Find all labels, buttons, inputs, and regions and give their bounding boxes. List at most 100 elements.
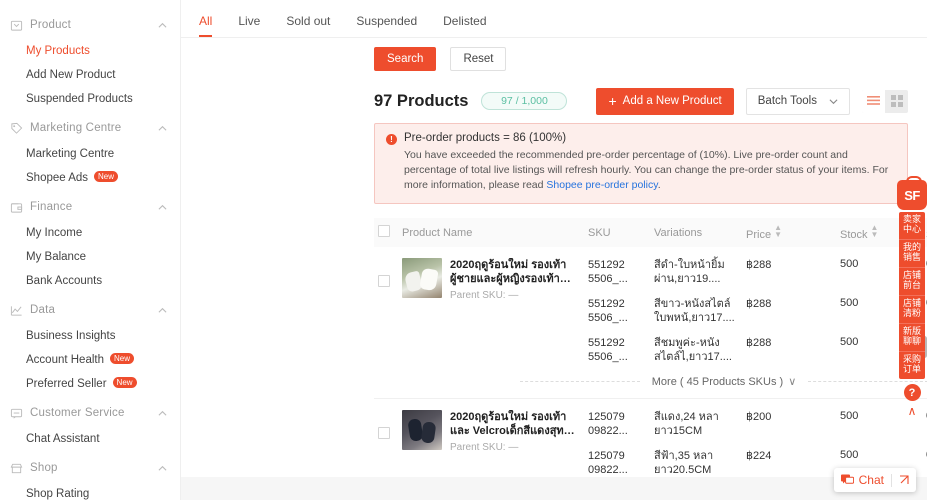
list-view-button[interactable] xyxy=(862,89,885,113)
batch-tools-dropdown[interactable]: Batch Tools xyxy=(745,87,850,115)
sidebar: Product My Products Add New Product Suspend… xyxy=(0,0,181,500)
column-header-price[interactable]: Price ▲ ▼ xyxy=(742,218,836,247)
chevron-up-icon[interactable] xyxy=(157,408,168,419)
sidebar-group-header-product[interactable]: Product xyxy=(0,14,180,36)
chevron-up-icon[interactable] xyxy=(157,20,168,31)
toolbar-item-line2: 订单 xyxy=(902,365,921,375)
floating-toolbar-item[interactable]: 店铺 清粉 xyxy=(899,296,925,324)
alert-title: Pre-order products = 86 (100%) xyxy=(404,132,567,144)
grid-view-button[interactable] xyxy=(885,90,908,113)
expand-icon[interactable] xyxy=(899,475,909,485)
sidebar-item-my-balance[interactable]: My Balance xyxy=(0,247,180,266)
tab-live[interactable]: Live xyxy=(238,14,260,37)
product-name[interactable]: 2020ฤดูร้อนใหม่ รองเท้าผู้ชายและผู้หญิงร… xyxy=(450,258,580,286)
sidebar-item-my-income[interactable]: My Income xyxy=(0,223,180,242)
sidebar-group-data: Data Business Insights Account Health New Pr… xyxy=(0,299,180,393)
sidebar-item-marketing-centre[interactable]: Marketing Centre xyxy=(0,144,180,163)
floating-toolbar-item[interactable]: 我的 销售 xyxy=(899,240,925,268)
variant-sku: 125079 09822... xyxy=(588,450,628,476)
sidebar-group-header-customer-service[interactable]: Customer Service xyxy=(0,402,180,424)
floating-toolbar-item[interactable]: 采购 订单 xyxy=(899,352,925,379)
chevron-up-icon[interactable] xyxy=(157,123,168,134)
sort-icon[interactable]: ▲ ▼ xyxy=(871,224,879,239)
toolbar-item-line2: 前台 xyxy=(902,281,921,291)
toolbar-item-line1: 店铺 xyxy=(902,271,921,281)
sidebar-group-shop: ShopShop RatingShop ProfileShop Decorati… xyxy=(0,457,180,500)
sidebar-item-preferred-seller[interactable]: Preferred Seller New xyxy=(0,374,180,393)
view-mode-toggle xyxy=(862,89,908,113)
chevron-up-icon[interactable] xyxy=(157,202,168,213)
sidebar-item-label: Marketing Centre xyxy=(26,147,115,160)
floating-toolbar-item[interactable]: 新版 聊聊 xyxy=(899,324,925,352)
column-header-product-name: Product Name xyxy=(398,218,584,247)
column-label: Stock xyxy=(840,229,868,241)
sidebar-group-header-finance[interactable]: Finance xyxy=(0,196,180,218)
row-checkbox[interactable] xyxy=(378,427,390,439)
chevron-down-icon xyxy=(829,97,838,106)
select-all-cell xyxy=(374,218,398,247)
pre-order-policy-link[interactable]: Shopee pre-order policy xyxy=(546,179,657,191)
alert-icon: ! xyxy=(386,134,397,145)
variant-sku: 551292 5506_... xyxy=(588,259,628,285)
expand-more-cell: More ( 45 Products SKUs ) ∨ xyxy=(374,364,927,399)
table-row: 2020ฤดูร้อนใหม่ รองเท้าผู้ชายและผู้หญิงร… xyxy=(374,247,927,301)
chat-widget-button[interactable]: Chat xyxy=(833,468,916,492)
row-checkbox[interactable] xyxy=(378,275,390,287)
tab-sold-out[interactable]: Sold out xyxy=(286,14,330,37)
product-thumbnail[interactable] xyxy=(402,258,442,298)
sidebar-item-shopee-ads[interactable]: Shopee Ads New xyxy=(0,168,180,187)
sidebar-group-header-shop[interactable]: Shop xyxy=(0,457,180,479)
sidebar-group-finance: Finance My Income My Balance Bank Accounts xyxy=(0,196,180,290)
help-icon[interactable]: ? xyxy=(903,384,921,401)
sidebar-item-chat-assistant[interactable]: Chat Assistant xyxy=(0,429,180,448)
chevron-down-icon: ∨ xyxy=(788,375,797,388)
sidebar-group-header-marketing-centre[interactable]: Marketing Centre xyxy=(0,117,180,139)
column-header-variations: Variations xyxy=(650,218,742,247)
sort-icon[interactable]: ▲ ▼ xyxy=(774,224,782,239)
toolbar-item-line2: 销售 xyxy=(902,253,921,263)
sidebar-item-my-products[interactable]: My Products xyxy=(0,41,180,60)
sidebar-item-label: Preferred Seller xyxy=(26,377,107,390)
toolbar-item-line2: 聊聊 xyxy=(902,337,921,347)
select-all-checkbox[interactable] xyxy=(378,225,390,237)
sidebar-item-business-insights[interactable]: Business Insights xyxy=(0,326,180,345)
product-thumbnail[interactable] xyxy=(402,410,442,450)
column-label: Product Name xyxy=(402,226,473,239)
sidebar-item-bank-accounts[interactable]: Bank Accounts xyxy=(0,271,180,290)
tab-all[interactable]: All xyxy=(199,14,213,37)
row-select-cell xyxy=(374,398,398,477)
search-button[interactable]: Search xyxy=(374,46,437,71)
chevron-up-icon[interactable] xyxy=(157,305,168,316)
tab-suspended[interactable]: Suspended xyxy=(356,14,417,37)
sidebar-group-title: Finance xyxy=(30,201,73,213)
reset-button[interactable]: Reset xyxy=(450,46,507,71)
chevron-up-icon[interactable] xyxy=(157,463,168,474)
sidebar-group-title: Product xyxy=(30,19,72,31)
product-name[interactable]: 2020ฤดูร้อนใหม่ รองเท้าและ Velcroเด็กสีแ… xyxy=(450,410,580,438)
sidebar-item-shop-rating[interactable]: Shop Rating xyxy=(0,484,180,500)
new-badge: New xyxy=(112,377,137,388)
sidebar-item-suspended-products[interactable]: Suspended Products xyxy=(0,89,180,108)
floating-toolbar-item[interactable]: 店铺 前台 xyxy=(899,268,925,296)
sidebar-item-account-health[interactable]: Account Health New xyxy=(0,350,180,369)
variant-name: สีชมพูค่ะ-หนังสไตล์ไ,ยาว17.... xyxy=(654,337,732,363)
wallet-icon xyxy=(10,201,23,214)
add-new-product-button[interactable]: + Add a New Product xyxy=(596,87,734,115)
pre-order-alert: ! Pre-order products = 86 (100%) You hav… xyxy=(374,123,908,204)
toolbar-item-line1: 我的 xyxy=(902,243,921,253)
back-to-top-icon[interactable]: ∧ xyxy=(908,405,917,417)
more-skus-button[interactable]: More ( 45 Products SKUs ) ∨ xyxy=(374,364,927,398)
table-header-row: Product Name SKU Variations Price ▲ ▼ Stoc… xyxy=(374,218,927,247)
sidebar-item-label: My Balance xyxy=(26,250,87,263)
variant-sku: 551292 5506_... xyxy=(588,337,628,363)
sidebar-group-title: Marketing Centre xyxy=(30,122,122,134)
sidebar-group-title: Data xyxy=(30,304,56,316)
floating-toolbar-item[interactable]: 卖家 中心 xyxy=(899,212,925,240)
products-table-body: 2020ฤดูร้อนใหม่ รองเท้าผู้ชายและผู้หญิงร… xyxy=(374,247,927,477)
sidebar-item-add-new-product[interactable]: Add New Product xyxy=(0,65,180,84)
shopee-sf-logo-icon[interactable]: SF xyxy=(897,176,927,210)
products-table: Product Name SKU Variations Price ▲ ▼ Stoc… xyxy=(374,218,927,477)
sidebar-group-marketing-centre: Marketing Centre Marketing Centre Shopee A… xyxy=(0,117,180,187)
tab-delisted[interactable]: Delisted xyxy=(443,14,486,37)
sidebar-group-header-data[interactable]: Data xyxy=(0,299,180,321)
